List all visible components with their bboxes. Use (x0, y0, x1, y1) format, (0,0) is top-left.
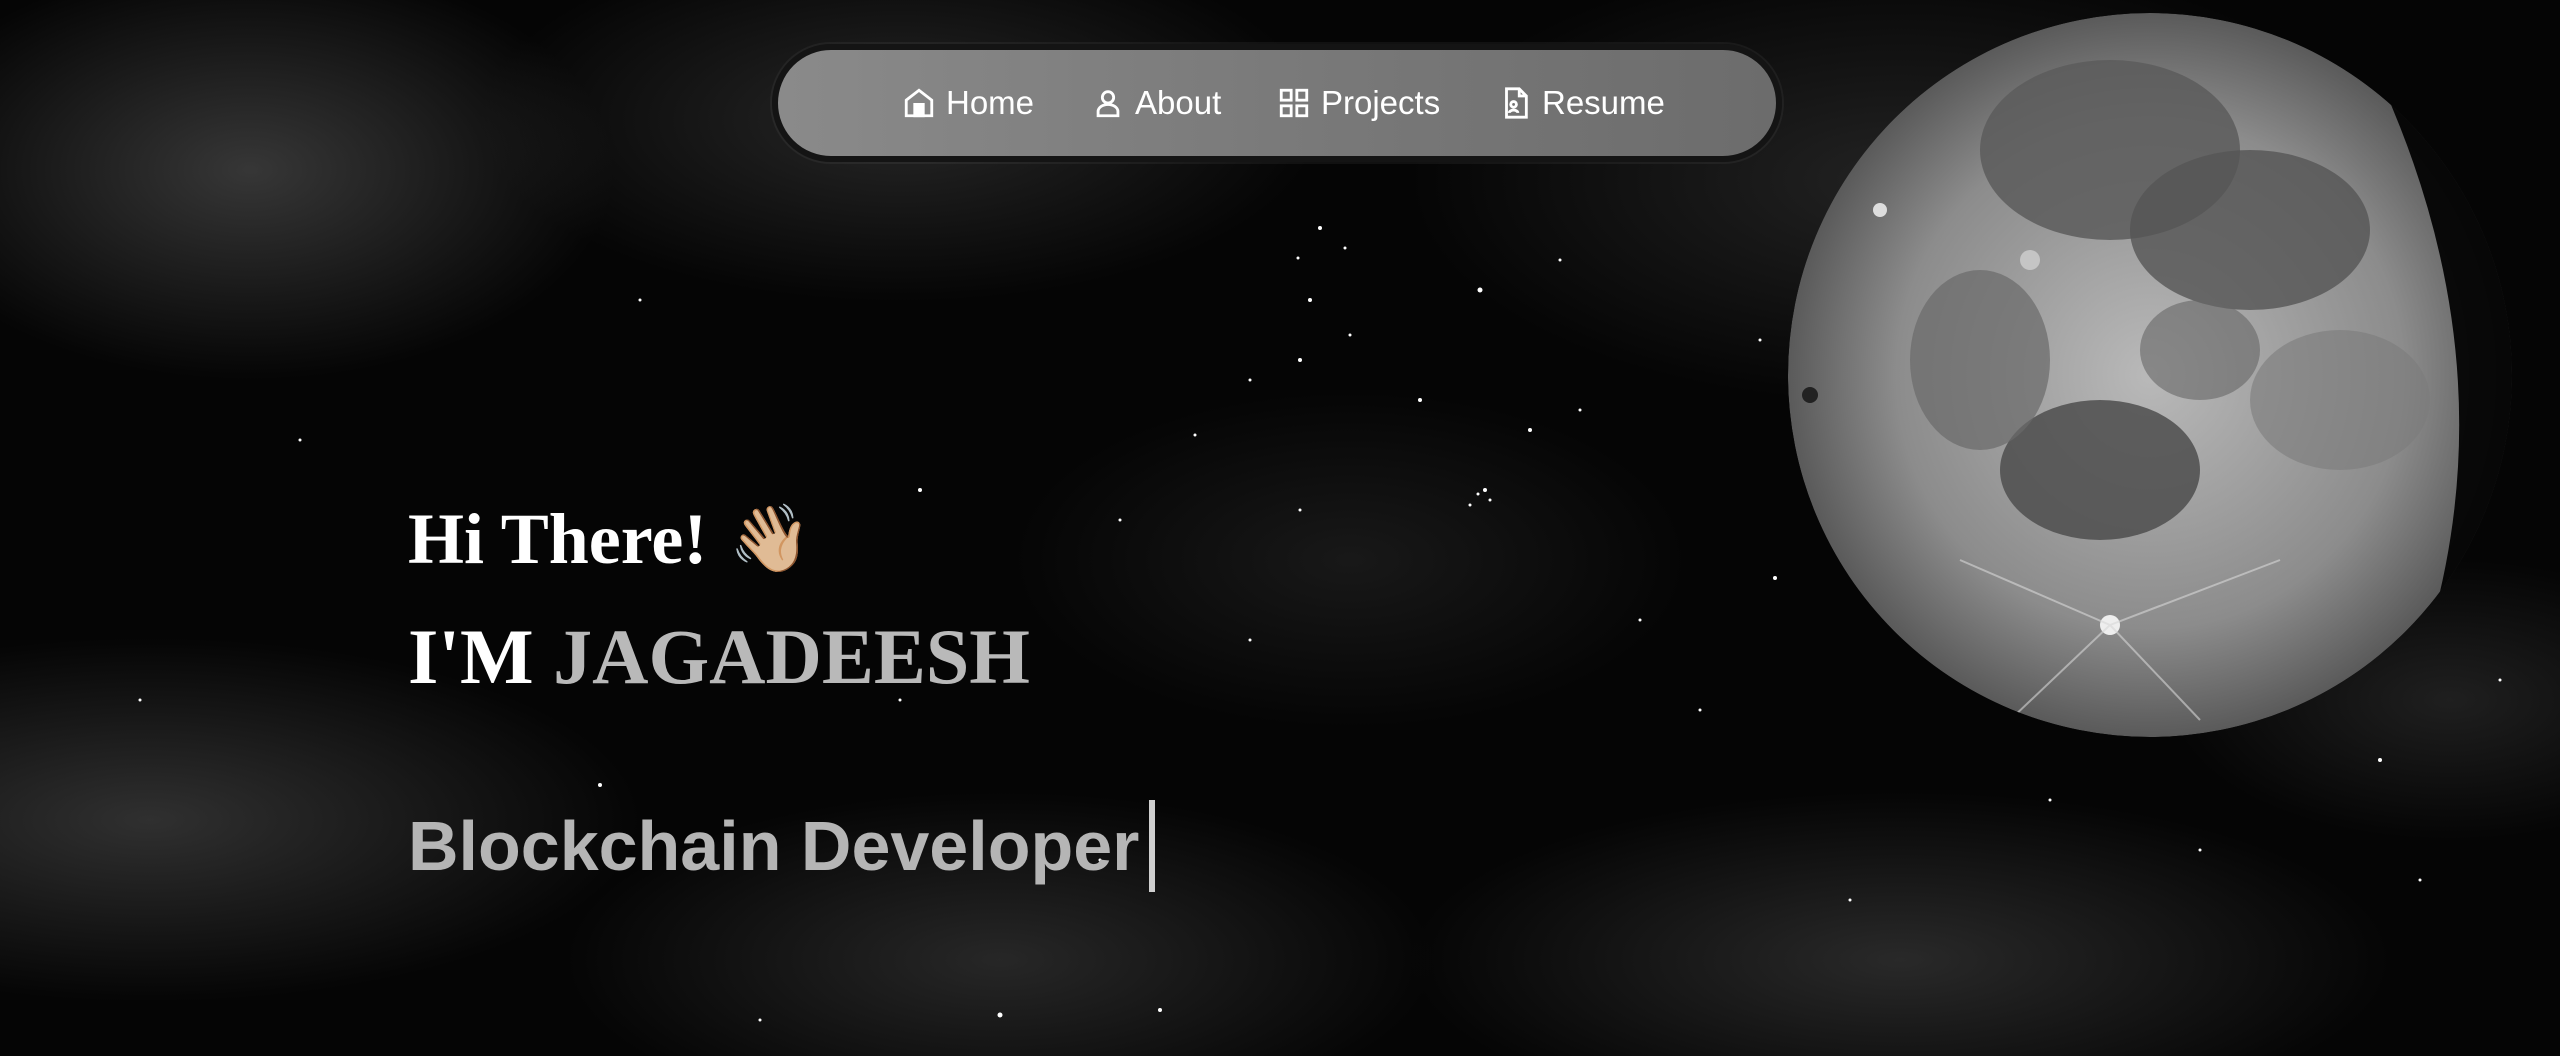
name-prefix: I'M (408, 613, 534, 700)
document-icon (1505, 87, 1528, 119)
nav-about[interactable]: About (1091, 50, 1221, 156)
nav-home-label: Home (946, 84, 1035, 121)
nav-home[interactable]: Home (902, 50, 1034, 156)
role-text: Blockchain Developer (408, 807, 1140, 885)
typing-cursor (1149, 800, 1156, 892)
user-icon (1096, 90, 1120, 118)
greeting-heading: Hi There! 👋🏼 (408, 498, 812, 581)
nav-projects-label: Projects (1321, 84, 1441, 121)
name-text: JAGADEESH (553, 613, 1030, 700)
nav-resume-label: Resume (1542, 84, 1665, 121)
nav-about-label: About (1135, 84, 1222, 121)
home-icon (904, 88, 934, 118)
name-heading: I'M JAGADEESH (408, 612, 1030, 702)
nav-projects[interactable]: Projects (1277, 50, 1440, 156)
role-typewriter: Blockchain Developer (408, 800, 1156, 892)
greeting-text: Hi There! (408, 499, 708, 579)
nav-resume[interactable]: Resume (1498, 50, 1665, 156)
wave-emoji: 👋🏼 (729, 503, 812, 576)
grid-icon (1279, 88, 1309, 118)
moon-illustration (1788, 13, 2512, 737)
navbar: Home About Projects Resume (772, 44, 1782, 162)
